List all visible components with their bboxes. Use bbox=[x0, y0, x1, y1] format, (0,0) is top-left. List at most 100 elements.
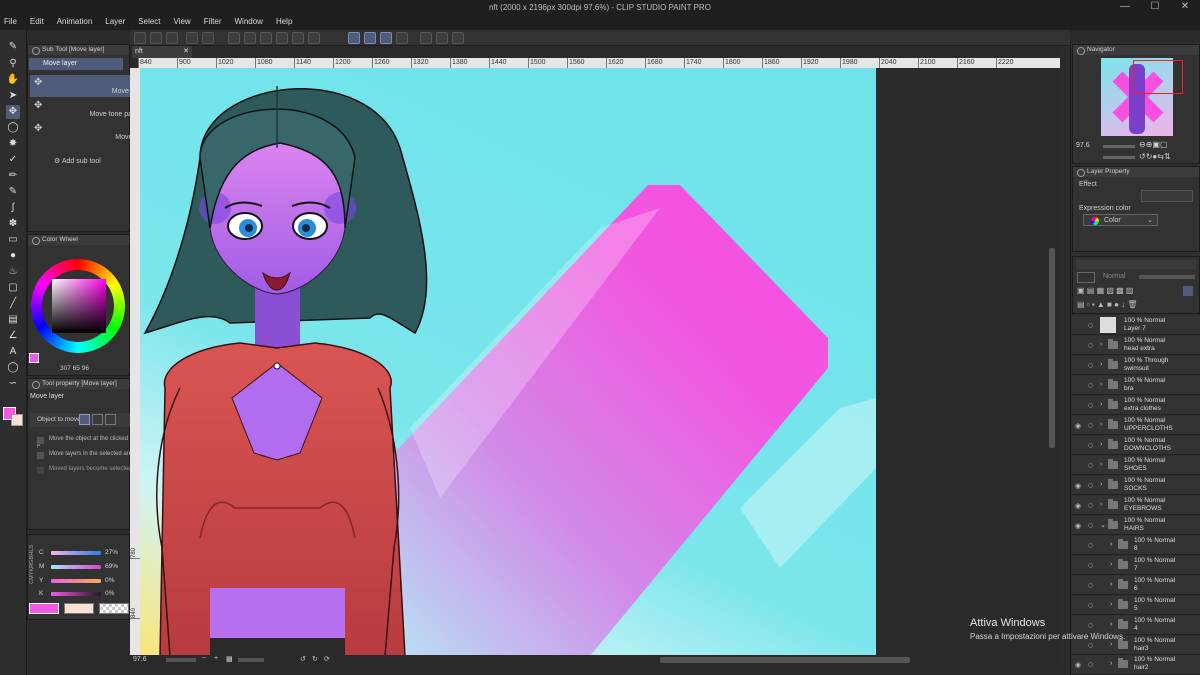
decoration-icon[interactable]: ✽ bbox=[6, 217, 20, 231]
lasso-icon[interactable]: ◯ bbox=[6, 121, 20, 135]
chevron-right-icon[interactable]: › bbox=[1100, 461, 1102, 468]
lock-icon[interactable] bbox=[1088, 443, 1093, 448]
sub-color-swatch[interactable] bbox=[11, 414, 23, 426]
eraser-icon[interactable]: ▭ bbox=[6, 233, 20, 247]
eye-icon[interactable]: ◉ bbox=[1075, 502, 1083, 510]
rotate-left-icon[interactable]: ↺ bbox=[300, 655, 306, 663]
fit-icon[interactable]: ▩ bbox=[226, 655, 233, 663]
tab-cmyk[interactable]: CMYK bbox=[29, 568, 36, 584]
option-become-selected[interactable]: Moved layers become selected bbox=[37, 466, 132, 474]
artwork-canvas[interactable] bbox=[140, 68, 876, 656]
layer-row[interactable]: ◉ › 100 % Normal EYEBROWS bbox=[1072, 496, 1200, 515]
export-icon[interactable] bbox=[420, 32, 432, 44]
chevron-right-icon[interactable]: › bbox=[1100, 381, 1102, 388]
text-icon[interactable]: A bbox=[6, 345, 20, 359]
vertical-scrollbar-track[interactable] bbox=[1048, 68, 1056, 656]
layer-row[interactable]: › 100 % Normal extra clothes bbox=[1072, 396, 1200, 415]
chevron-right-icon[interactable]: › bbox=[1110, 641, 1112, 648]
snap-special-ruler-icon[interactable] bbox=[364, 32, 376, 44]
eye-icon[interactable]: ◉ bbox=[1075, 522, 1083, 530]
lock-icon[interactable] bbox=[1088, 543, 1093, 548]
layer-row[interactable]: ◉ › 100 % Normal UPPERCLOTHS bbox=[1072, 416, 1200, 435]
chevron-right-icon[interactable]: › bbox=[1100, 501, 1102, 508]
slider-track[interactable] bbox=[51, 551, 101, 555]
layer-row[interactable]: › 100 % Normal bra bbox=[1072, 376, 1200, 395]
zoom-readout[interactable]: 97.6 bbox=[133, 656, 147, 663]
snap-ruler-icon[interactable] bbox=[348, 32, 360, 44]
blend-icon[interactable]: ● bbox=[6, 249, 20, 263]
navigator-rotate-slider[interactable] bbox=[1103, 156, 1135, 159]
channel-y[interactable]: Y 0% bbox=[39, 577, 127, 584]
undo-icon[interactable] bbox=[186, 32, 198, 44]
lock-icon[interactable] bbox=[1088, 523, 1093, 528]
lock-icon[interactable] bbox=[1088, 323, 1093, 328]
fill-icon[interactable] bbox=[260, 32, 272, 44]
clear-icon[interactable] bbox=[228, 32, 240, 44]
maximize-button[interactable]: ☐ bbox=[1140, 1, 1170, 15]
pencil-icon[interactable]: ✏ bbox=[6, 169, 20, 183]
deselect-icon[interactable] bbox=[308, 32, 320, 44]
eyedropper-icon[interactable]: ✓ bbox=[6, 153, 20, 167]
frame-border-icon[interactable]: ▤ bbox=[6, 313, 20, 327]
add-sub-tool-button[interactable]: ⚙ Add sub tool bbox=[54, 157, 101, 165]
chevron-right-icon[interactable]: › bbox=[1100, 341, 1102, 348]
magic-wand-icon[interactable]: ✸ bbox=[6, 137, 20, 151]
layer-row[interactable]: ◉ › 100 % Normal SOCKS bbox=[1072, 476, 1200, 495]
navigator-zoom-buttons[interactable]: ⊖⊕▣▢ bbox=[1139, 140, 1168, 149]
pen-icon[interactable]: ✎ bbox=[6, 40, 20, 54]
correct-line-icon[interactable]: ∽ bbox=[6, 377, 20, 391]
minimize-button[interactable]: — bbox=[1110, 1, 1140, 15]
navigator-zoom-readout[interactable]: 97.6 bbox=[1076, 142, 1090, 149]
chevron-right-icon[interactable]: › bbox=[1100, 441, 1102, 448]
lock-icon[interactable] bbox=[1088, 583, 1093, 588]
zoom-icon[interactable]: ⚲ bbox=[6, 57, 20, 71]
blend-mode-select[interactable]: Normal bbox=[1103, 273, 1126, 280]
chevron-right-icon[interactable]: › bbox=[1100, 401, 1102, 408]
lock-icon[interactable] bbox=[1088, 623, 1093, 628]
expression-color-select[interactable]: Color ⌄ bbox=[1083, 214, 1158, 226]
layer-row[interactable]: ◉ ⌄ 100 % Normal HAIRS bbox=[1072, 516, 1200, 535]
balloon-icon[interactable]: ◯ bbox=[6, 361, 20, 375]
expand-icon[interactable] bbox=[276, 32, 288, 44]
chevron-right-icon[interactable]: › bbox=[1110, 660, 1112, 667]
sub-tool-tab[interactable]: Move layer bbox=[29, 58, 123, 70]
layer-panel-tabs[interactable] bbox=[1077, 260, 1197, 269]
layer-row[interactable]: › 100 % Normal SHOES bbox=[1072, 456, 1200, 475]
menu-animation[interactable]: Animation bbox=[57, 16, 93, 30]
close-button[interactable]: ✕ bbox=[1170, 1, 1200, 15]
move-grid-icon[interactable] bbox=[105, 414, 116, 425]
chevron-right-icon[interactable]: › bbox=[1110, 621, 1112, 628]
move-tone-icon[interactable] bbox=[92, 414, 103, 425]
chevron-right-icon[interactable]: › bbox=[1110, 581, 1112, 588]
channel-m[interactable]: M 69% bbox=[39, 563, 127, 570]
main-color-chip[interactable] bbox=[29, 603, 59, 614]
layer-row[interactable]: › 100 % Normal 7 bbox=[1072, 556, 1200, 575]
hand-icon[interactable]: ✋ bbox=[6, 73, 20, 87]
redo-icon[interactable] bbox=[202, 32, 214, 44]
navigator-thumbnail[interactable] bbox=[1101, 58, 1183, 136]
lock-icon[interactable] bbox=[1088, 463, 1093, 468]
main-color-mini[interactable] bbox=[29, 353, 39, 363]
chevron-right-icon[interactable]: › bbox=[1100, 361, 1102, 368]
layer-color-icon[interactable] bbox=[1077, 272, 1095, 283]
transform-icon[interactable] bbox=[292, 32, 304, 44]
slider-track[interactable] bbox=[51, 565, 101, 569]
zoom-in-icon[interactable]: + bbox=[214, 655, 218, 662]
chevron-down-icon[interactable]: ⌄ bbox=[1100, 521, 1106, 529]
menu-help[interactable]: Help bbox=[276, 16, 292, 30]
eye-icon[interactable]: ◉ bbox=[1075, 661, 1083, 669]
sub-color-chip[interactable] bbox=[64, 603, 94, 614]
fill-bucket-icon[interactable]: ♨ bbox=[6, 265, 20, 279]
menu-edit[interactable]: Edit bbox=[30, 16, 44, 30]
gradient-icon[interactable]: ▢ bbox=[6, 281, 20, 295]
layer-row[interactable]: › 100 % Normal head extra bbox=[1072, 336, 1200, 355]
navigator-zoom-slider[interactable] bbox=[1103, 145, 1135, 148]
saturation-value-square[interactable] bbox=[52, 279, 106, 333]
layer-row[interactable]: 100 % Normal Layer 7 bbox=[1072, 316, 1200, 335]
rotate-slider[interactable] bbox=[238, 658, 264, 662]
channel-c[interactable]: C 27% bbox=[39, 549, 127, 556]
lock-icon[interactable] bbox=[1088, 383, 1093, 388]
document-tab[interactable]: nft ✕ bbox=[132, 46, 192, 58]
snap-grid-icon[interactable] bbox=[380, 32, 392, 44]
layer-row[interactable]: › 100 % Normal 5 bbox=[1072, 596, 1200, 615]
